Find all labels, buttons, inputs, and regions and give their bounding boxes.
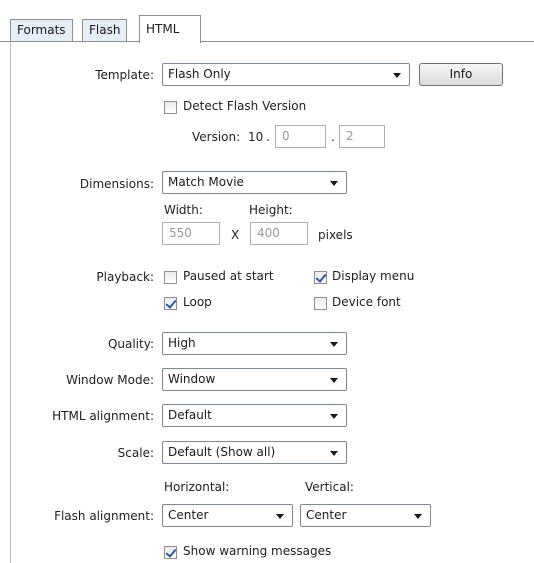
version-minor-input[interactable]: 0 — [275, 125, 326, 148]
flash-alignment-label: Flash alignment: — [54, 509, 154, 523]
panel-top-border — [0, 41, 534, 42]
quality-label: Quality: — [107, 337, 154, 351]
html-alignment-label: HTML alignment: — [52, 409, 154, 423]
version-major: 10 — [248, 130, 264, 144]
detect-flash-checkbox[interactable] — [164, 101, 177, 114]
device-font-label: Device font — [332, 295, 401, 309]
paused-at-start-checkbox[interactable] — [164, 271, 177, 284]
vertical-label: Vertical: — [305, 480, 354, 494]
tab-flash[interactable]: Flash — [82, 19, 128, 41]
chevron-down-icon — [330, 342, 338, 347]
dimensions-value: Match Movie — [168, 175, 244, 189]
quality-select[interactable]: High — [162, 332, 347, 355]
dimensions-select[interactable]: Match Movie — [162, 171, 347, 194]
template-label: Template: — [95, 68, 154, 82]
chevron-down-icon — [276, 514, 284, 519]
chevron-down-icon — [330, 181, 338, 186]
vertical-value: Center — [306, 508, 347, 522]
window-mode-select[interactable]: Window — [162, 368, 347, 391]
times-label: X — [231, 228, 240, 242]
device-font-checkbox[interactable] — [314, 297, 327, 310]
version-dot-1: . — [266, 130, 270, 144]
horizontal-label: Horizontal: — [164, 480, 230, 494]
tab-html[interactable]: HTML — [139, 15, 201, 43]
show-warnings-checkbox[interactable] — [164, 546, 177, 559]
chevron-down-icon — [330, 414, 338, 419]
horizontal-value: Center — [168, 508, 209, 522]
scale-value: Default (Show all) — [168, 445, 276, 459]
html-alignment-value: Default — [168, 408, 212, 422]
playback-label: Playback: — [96, 270, 154, 284]
chevron-down-icon — [330, 451, 338, 456]
template-value: Flash Only — [168, 67, 231, 81]
pixels-label: pixels — [318, 228, 353, 242]
version-label: Version: — [192, 130, 241, 144]
quality-value: High — [168, 336, 196, 350]
paused-at-start-label: Paused at start — [183, 269, 274, 283]
height-input[interactable]: 400 — [250, 222, 308, 245]
info-button[interactable]: Info — [419, 63, 503, 86]
html-alignment-select[interactable]: Default — [162, 404, 347, 427]
dimensions-label: Dimensions: — [79, 177, 154, 191]
show-warnings-label: Show warning messages — [183, 544, 332, 558]
window-mode-label: Window Mode: — [66, 373, 154, 387]
display-menu-label: Display menu — [332, 269, 415, 283]
display-menu-checkbox[interactable] — [314, 271, 327, 284]
chevron-down-icon — [330, 378, 338, 383]
loop-checkbox[interactable] — [164, 297, 177, 310]
height-label: Height: — [249, 203, 293, 217]
tab-formats[interactable]: Formats — [10, 19, 73, 41]
template-select[interactable]: Flash Only — [162, 63, 410, 86]
chevron-down-icon — [393, 73, 401, 78]
width-label: Width: — [164, 203, 203, 217]
loop-label: Loop — [183, 295, 212, 309]
vertical-select[interactable]: Center — [300, 504, 431, 527]
panel-left-border — [10, 41, 11, 563]
detect-flash-label: Detect Flash Version — [183, 99, 307, 113]
horizontal-select[interactable]: Center — [162, 504, 293, 527]
version-dot-2: . — [331, 130, 335, 144]
scale-label: Scale: — [117, 446, 154, 460]
width-input[interactable]: 550 — [162, 222, 220, 245]
window-mode-value: Window — [168, 372, 216, 386]
chevron-down-icon — [414, 514, 422, 519]
scale-select[interactable]: Default (Show all) — [162, 441, 347, 464]
version-revision-input[interactable]: 2 — [339, 125, 385, 148]
